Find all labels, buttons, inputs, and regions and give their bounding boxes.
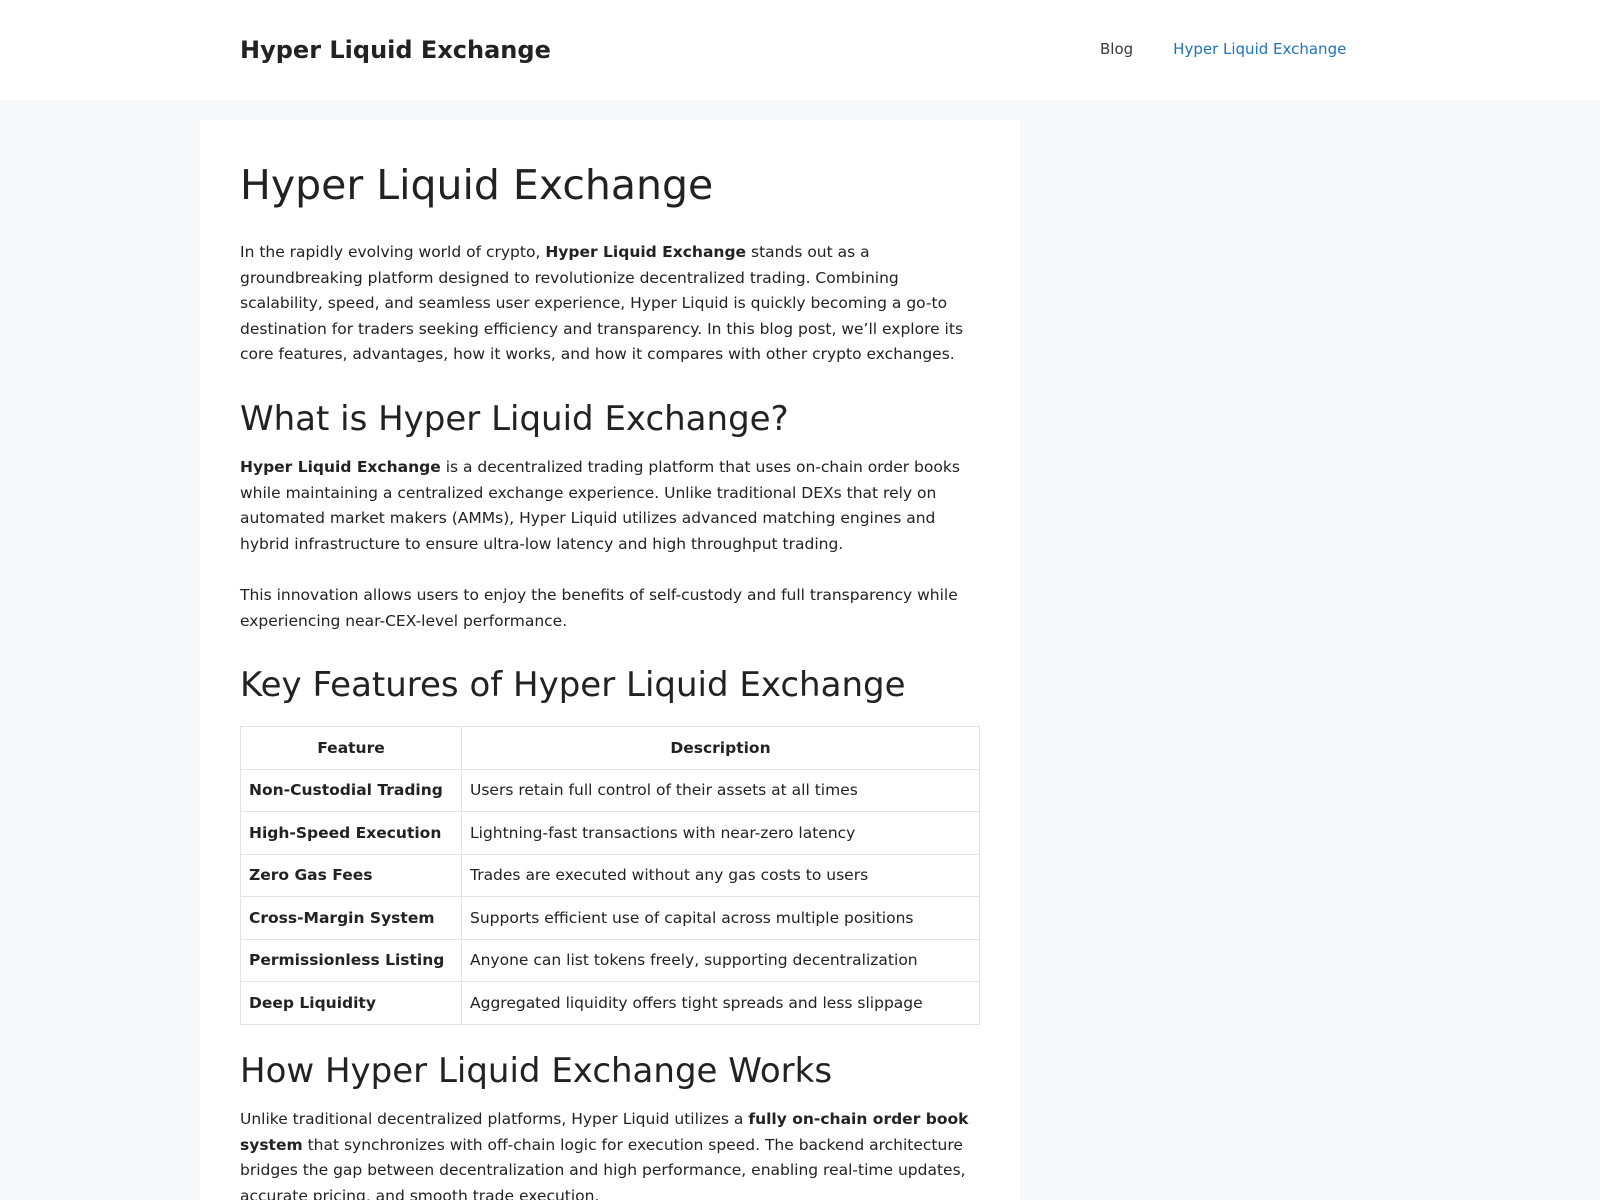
how-it-works-text-end: that synchronizes with off-chain logic f…: [240, 1135, 966, 1200]
how-it-works-text-start: Unlike traditional decentralized platfor…: [240, 1110, 749, 1128]
intro-text-start: In the rapidly evolving world of crypto,: [240, 243, 546, 261]
nav-item-blog[interactable]: Blog: [1100, 38, 1133, 60]
description-cell: Supports efficient use of capital across…: [461, 896, 980, 940]
table-row: Cross-Margin System Supports efficient u…: [240, 896, 980, 940]
nav-item-hyper-liquid-exchange[interactable]: Hyper Liquid Exchange: [1173, 38, 1346, 60]
table-row: High-Speed Execution Lightning-fast tran…: [240, 811, 980, 855]
intro-paragraph: In the rapidly evolving world of crypto,…: [240, 240, 980, 368]
main-navigation: Blog Hyper Liquid Exchange: [1100, 38, 1346, 60]
table-header-description: Description: [461, 726, 980, 770]
description-cell: Anyone can list tokens freely, supportin…: [461, 938, 980, 982]
description-cell: Aggregated liquidity offers tight spread…: [461, 981, 980, 1025]
feature-cell: High-Speed Execution: [240, 811, 462, 855]
how-it-works-paragraph: Unlike traditional decentralized platfor…: [240, 1107, 980, 1200]
what-is-paragraph-1: Hyper Liquid Exchange is a decentralized…: [240, 455, 980, 557]
section-heading-key-features: Key Features of Hyper Liquid Exchange: [240, 665, 906, 705]
description-cell: Users retain full control of their asset…: [461, 768, 980, 812]
what-is-bold-text: Hyper Liquid Exchange: [240, 458, 441, 476]
description-cell: Trades are executed without any gas cost…: [461, 853, 980, 897]
feature-cell: Zero Gas Fees: [240, 853, 462, 897]
what-is-paragraph-2: This innovation allows users to enjoy th…: [240, 586, 958, 630]
page-title: Hyper Liquid Exchange: [240, 161, 714, 209]
feature-cell: Permissionless Listing: [240, 938, 462, 982]
table-row: Zero Gas Fees Trades are executed withou…: [240, 853, 980, 897]
article-content: Hyper Liquid Exchange In the rapidly evo…: [200, 120, 1020, 1200]
feature-cell: Deep Liquidity: [240, 981, 462, 1025]
table-row: Deep Liquidity Aggregated liquidity offe…: [240, 981, 980, 1025]
feature-cell: Non-Custodial Trading: [240, 768, 462, 812]
features-table: Feature Description Non-Custodial Tradin…: [240, 726, 980, 1025]
table-header-feature: Feature: [240, 726, 462, 770]
site-header: Hyper Liquid Exchange Blog Hyper Liquid …: [0, 0, 1600, 100]
intro-text-end: stands out as a groundbreaking platform …: [240, 243, 964, 363]
table-row: Permissionless Listing Anyone can list t…: [240, 938, 980, 982]
intro-bold-text: Hyper Liquid Exchange: [545, 243, 747, 261]
table-header-row: Feature Description: [240, 726, 980, 770]
section-heading-what-is: What is Hyper Liquid Exchange?: [240, 399, 789, 439]
section-heading-how-it-works: How Hyper Liquid Exchange Works: [240, 1051, 833, 1091]
table-row: Non-Custodial Trading Users retain full …: [240, 768, 980, 812]
feature-cell: Cross-Margin System: [240, 896, 462, 940]
site-title-link[interactable]: Hyper Liquid Exchange: [240, 32, 551, 68]
description-cell: Lightning-fast transactions with near-ze…: [461, 811, 980, 855]
